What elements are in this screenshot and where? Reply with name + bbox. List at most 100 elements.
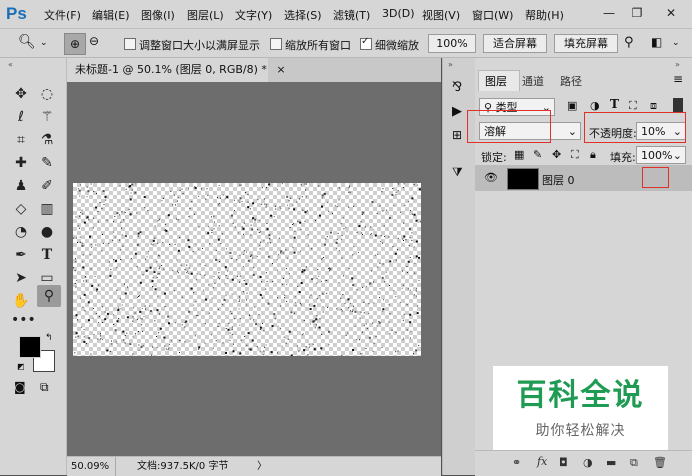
magic-wand-icon[interactable]: ⚚ xyxy=(37,107,57,127)
foreground-color-swatch[interactable] xyxy=(19,336,41,358)
type-icon[interactable]: T xyxy=(37,245,57,265)
zoom-all-windows-checkbox[interactable] xyxy=(270,38,282,50)
layer-name[interactable]: 图层 0 xyxy=(542,172,575,188)
canvas-image[interactable] xyxy=(73,183,421,356)
filter-shape-icon[interactable]: ⛶ xyxy=(629,99,637,113)
search-icon[interactable]: ⚲ xyxy=(624,35,634,50)
fx-icon[interactable]: fx xyxy=(537,455,547,468)
menu-layer[interactable]: 图层(L) xyxy=(187,7,224,23)
fill-input[interactable]: 100%⌄ xyxy=(636,146,686,164)
dodge-icon[interactable]: ● xyxy=(37,222,57,242)
ps-logo: Ps xyxy=(6,4,30,24)
lock-pixels-icon[interactable]: ✎ xyxy=(533,148,542,161)
filter-type-icon[interactable]: T xyxy=(610,97,619,111)
layer-highlight xyxy=(642,167,669,188)
menu-file[interactable]: 文件(F) xyxy=(44,7,81,23)
lock-label: 锁定: xyxy=(481,149,507,165)
menu-view[interactable]: 视图(V) xyxy=(422,7,460,23)
scrubby-zoom-label: 细微缩放 xyxy=(375,37,419,53)
status-bar: 50.09% 文档:937.5K/0 字节 〉 xyxy=(67,456,441,476)
chevron-down-icon[interactable]: ⌄ xyxy=(672,38,680,48)
eraser-icon[interactable]: ◇ xyxy=(11,199,31,219)
eyedropper-icon[interactable]: ⚗ xyxy=(37,130,57,150)
screen-mode-icon[interactable]: ⧉ xyxy=(40,380,49,395)
marquee-icon[interactable]: ◌ xyxy=(37,84,57,104)
fill-value: 100% xyxy=(641,149,672,162)
menu-3d[interactable]: 3D(D) xyxy=(382,7,415,20)
minimize-button[interactable]: — xyxy=(598,4,620,22)
history-brush-icon[interactable]: ✐ xyxy=(37,176,57,196)
menu-select[interactable]: 选择(S) xyxy=(284,7,322,23)
pen-icon[interactable]: ✒ xyxy=(11,245,31,265)
zoom-100-button[interactable]: 100% xyxy=(428,34,476,53)
resize-windows-checkbox[interactable] xyxy=(124,38,136,50)
path-select-icon[interactable]: ➤ xyxy=(11,268,31,288)
healing-brush-icon[interactable]: ✚ xyxy=(11,153,31,173)
chevron-down-icon: ⌄ xyxy=(673,147,682,165)
menu-help[interactable]: 帮助(H) xyxy=(525,7,564,23)
new-group-icon[interactable]: ▬ xyxy=(606,456,616,469)
layer-thumbnail[interactable] xyxy=(507,168,539,190)
zoom-tool-preset-icon[interactable]: 🔍︎ xyxy=(18,34,36,50)
lock-position-icon[interactable]: ✥ xyxy=(552,148,561,161)
menu-filter[interactable]: 滤镜(T) xyxy=(333,7,370,23)
history-panel-icon[interactable]: ⅋ xyxy=(452,80,462,95)
brush-icon[interactable]: ✎ xyxy=(37,153,57,173)
link-layers-icon[interactable]: ⚭ xyxy=(512,456,521,469)
tab-layers[interactable]: 图层 xyxy=(485,73,507,89)
zoom-out-icon[interactable]: ⊖ xyxy=(89,34,99,48)
scrubby-zoom-checkbox[interactable] xyxy=(360,38,372,50)
properties-icon[interactable]: ⊞ xyxy=(452,128,462,142)
filter-pixel-icon[interactable]: ▣ xyxy=(567,99,577,112)
zoom-level[interactable]: 50.09% xyxy=(71,457,116,476)
panel-menu-icon[interactable]: ≡ xyxy=(673,72,683,86)
fit-screen-button[interactable]: 适合屏幕 xyxy=(483,34,547,53)
fill-screen-button[interactable]: 填充屏幕 xyxy=(554,34,618,53)
move-icon[interactable]: ✥ xyxy=(11,84,31,104)
more-tools-icon[interactable]: ••• xyxy=(11,310,31,330)
zoom-icon[interactable]: ⚲ xyxy=(37,285,61,307)
lock-artboard-icon[interactable]: ⛶ xyxy=(571,148,579,162)
status-menu-arrow[interactable]: 〉 xyxy=(257,457,267,476)
new-adjustment-icon[interactable]: ◑ xyxy=(583,456,593,469)
eye-icon[interactable]: 👁︎ xyxy=(484,171,498,184)
stamp-icon[interactable]: ♟ xyxy=(11,176,31,196)
blur-icon[interactable]: ◔ xyxy=(11,222,31,242)
lock-transparent-icon[interactable]: ▦ xyxy=(514,148,524,161)
menu-type[interactable]: 文字(Y) xyxy=(235,7,272,23)
gradient-icon[interactable]: ▥ xyxy=(37,199,57,219)
collapse-arrows-icon[interactable]: « xyxy=(8,60,13,69)
document-tab[interactable]: 未标题-1 @ 50.1% (图层 0, RGB/8) * × xyxy=(67,58,268,82)
menu-edit[interactable]: 编辑(E) xyxy=(92,7,130,23)
watermark-title: 百科全说 xyxy=(493,378,668,414)
lock-all-icon[interactable]: 🔒︎ xyxy=(590,148,596,162)
tab-channels[interactable]: 通道 xyxy=(522,73,544,89)
zoom-in-icon[interactable]: ⊕ xyxy=(64,33,86,55)
filter-smart-object-icon[interactable]: ⧈ xyxy=(650,99,657,113)
filter-toggle-icon[interactable] xyxy=(673,98,683,112)
delete-layer-icon[interactable]: 🗑︎ xyxy=(653,456,667,469)
default-colors-icon[interactable]: ◩ xyxy=(17,362,25,371)
workspace-icon[interactable]: ◧ xyxy=(651,35,662,49)
add-mask-icon[interactable]: ◘ xyxy=(559,456,568,469)
swap-colors-icon[interactable]: ↰ xyxy=(45,333,53,343)
new-layer-icon[interactable]: ⧉ xyxy=(630,456,638,470)
close-window-button[interactable]: ✕ xyxy=(660,4,682,22)
menu-image[interactable]: 图像(I) xyxy=(141,7,175,23)
menu-window[interactable]: 窗口(W) xyxy=(472,7,513,23)
close-tab-icon[interactable]: × xyxy=(276,63,285,76)
filter-adjustment-icon[interactable]: ◑ xyxy=(590,99,600,112)
restore-button[interactable]: ❐ xyxy=(626,4,648,22)
tab-paths[interactable]: 路径 xyxy=(560,73,582,89)
crop-icon[interactable]: ⌗ xyxy=(11,130,31,150)
collapse-arrows-icon[interactable]: » xyxy=(448,60,453,69)
quick-mask-icon[interactable]: ◙ xyxy=(14,380,26,394)
adjustments-icon[interactable]: ⧩ xyxy=(452,165,463,180)
collapse-arrows-icon[interactable]: » xyxy=(675,60,680,69)
opacity-highlight xyxy=(584,112,686,143)
resize-windows-label: 调整窗口大小以满屏显示 xyxy=(139,37,260,53)
lasso-icon[interactable]: ℓ xyxy=(11,107,31,127)
hand-icon[interactable]: ✋ xyxy=(11,291,31,311)
chevron-down-icon[interactable]: ⌄ xyxy=(40,38,48,48)
actions-play-icon[interactable]: ▶ xyxy=(452,104,462,119)
